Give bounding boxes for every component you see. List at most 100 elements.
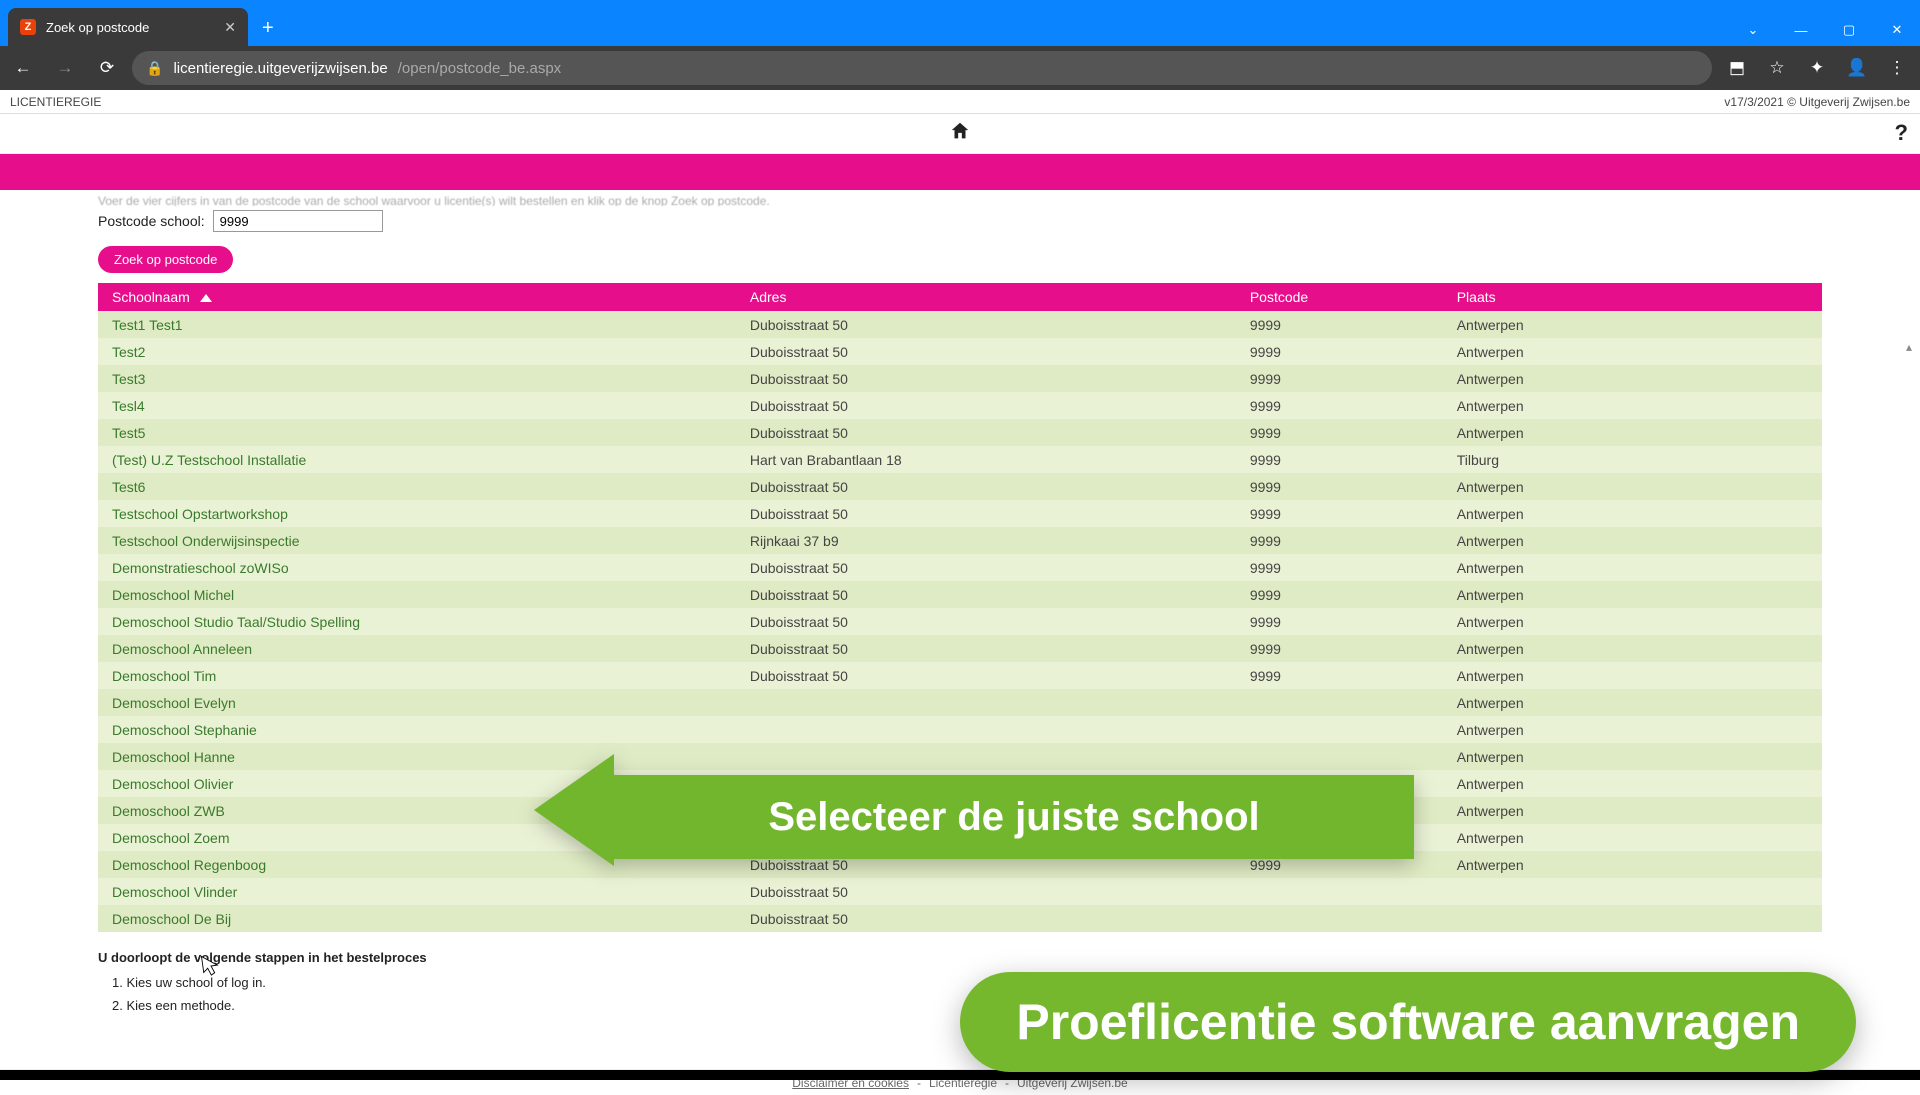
menu-icon[interactable]: ⋮ (1880, 51, 1914, 85)
col-header-plaats[interactable]: Plaats (1443, 283, 1822, 311)
address-bar[interactable]: 🔒 licentieregie.uitgeverijzwijsen.be/ope… (132, 51, 1712, 85)
col-header-postcode[interactable]: Postcode (1236, 283, 1443, 311)
install-app-icon[interactable]: ⬒ (1720, 51, 1754, 85)
cell-plaats (1443, 905, 1822, 932)
cell-schoolnaam[interactable]: Demoschool Hanne (98, 743, 736, 770)
cell-adres: Duboisstraat 50 (736, 554, 1236, 581)
cell-adres: Duboisstraat 50 (736, 635, 1236, 662)
new-tab-button[interactable]: + (248, 17, 288, 46)
table-row[interactable]: Test5Duboisstraat 509999Antwerpen (98, 419, 1822, 446)
app-navrow: ? (0, 114, 1920, 154)
table-row[interactable]: Testschool OnderwijsinspectieRijnkaai 37… (98, 527, 1822, 554)
cell-adres: Duboisstraat 50 (736, 608, 1236, 635)
help-icon[interactable]: ? (1895, 120, 1908, 146)
cell-schoolnaam[interactable]: Demoschool Anneleen (98, 635, 736, 662)
table-row[interactable]: Demoschool VlinderDuboisstraat 50 (98, 878, 1822, 905)
cell-adres: Rijnkaai 37 b9 (736, 527, 1236, 554)
vertical-scrollbar[interactable]: ▴ ▾ (1902, 340, 1918, 1095)
cell-plaats: Antwerpen (1443, 554, 1822, 581)
scroll-up-arrow-icon[interactable]: ▴ (1902, 340, 1916, 354)
cell-schoolnaam[interactable]: Demoschool Stephanie (98, 716, 736, 743)
cell-schoolnaam[interactable]: Demoschool Michel (98, 581, 736, 608)
window-maximize-button[interactable]: ▢ (1826, 14, 1872, 46)
cell-adres: Duboisstraat 50 (736, 419, 1236, 446)
window-close-button[interactable]: ✕ (1874, 14, 1920, 46)
table-row[interactable]: Testschool OpstartworkshopDuboisstraat 5… (98, 500, 1822, 527)
table-row[interactable]: Demoschool TimDuboisstraat 509999Antwerp… (98, 662, 1822, 689)
cell-postcode: 9999 (1236, 500, 1443, 527)
browser-tabstrip: Z Zoek op postcode ✕ + ⌄ — ▢ ✕ (0, 0, 1920, 46)
cell-adres (736, 716, 1236, 743)
search-button[interactable]: Zoek op postcode (98, 246, 233, 273)
cell-schoolnaam[interactable]: Test1 Test1 (98, 311, 736, 338)
tab-favicon: Z (20, 19, 36, 35)
cell-schoolnaam[interactable]: Demoschool Evelyn (98, 689, 736, 716)
cell-schoolnaam[interactable]: (Test) U.Z Testschool Installatie (98, 446, 736, 473)
cell-adres: Duboisstraat 50 (736, 581, 1236, 608)
table-row[interactable]: Test3Duboisstraat 509999Antwerpen (98, 365, 1822, 392)
window-soft-button[interactable]: ⌄ (1730, 14, 1776, 46)
overlay-pill-banner: Proeflicentie software aanvragen (960, 972, 1856, 1072)
cell-plaats: Antwerpen (1443, 770, 1822, 797)
col-header-adres[interactable]: Adres (736, 283, 1236, 311)
browser-tab[interactable]: Z Zoek op postcode ✕ (8, 8, 248, 46)
cell-plaats: Antwerpen (1443, 581, 1822, 608)
table-row[interactable]: Demoschool Evelyn Antwerpen (98, 689, 1822, 716)
table-row[interactable]: Demoschool De BijDuboisstraat 50 (98, 905, 1822, 932)
cell-schoolnaam[interactable]: Demonstratieschool zoWISo (98, 554, 736, 581)
back-button[interactable]: ← (6, 51, 40, 85)
table-row[interactable]: Demonstratieschool zoWISoDuboisstraat 50… (98, 554, 1822, 581)
extensions-icon[interactable]: ✦ (1800, 51, 1834, 85)
cell-schoolnaam[interactable]: Demoschool De Bij (98, 905, 736, 932)
cell-schoolnaam[interactable]: Demoschool Studio Taal/Studio Spelling (98, 608, 736, 635)
table-row[interactable]: Test2Duboisstraat 509999Antwerpen (98, 338, 1822, 365)
table-row[interactable]: Demoschool Stephanie Antwerpen (98, 716, 1822, 743)
cell-plaats: Antwerpen (1443, 473, 1822, 500)
cell-plaats: Antwerpen (1443, 851, 1822, 878)
arrow-left-icon (534, 754, 614, 866)
overlay-arrow-banner: Selecteer de juiste school (534, 775, 1414, 859)
postcode-label: Postcode school: (98, 213, 205, 229)
sort-asc-icon (200, 294, 212, 302)
table-row[interactable]: (Test) U.Z Testschool InstallatieHart va… (98, 446, 1822, 473)
cell-schoolnaam[interactable]: Test6 (98, 473, 736, 500)
cell-plaats: Antwerpen (1443, 824, 1822, 851)
table-row[interactable]: Demoschool Studio Taal/Studio SpellingDu… (98, 608, 1822, 635)
cell-schoolnaam[interactable]: Testschool Onderwijsinspectie (98, 527, 736, 554)
table-row[interactable]: Demoschool HanneAntwerpen (98, 743, 1822, 770)
cell-plaats (1443, 878, 1822, 905)
table-row[interactable]: Demoschool AnneleenDuboisstraat 509999An… (98, 635, 1822, 662)
cell-adres: Duboisstraat 50 (736, 338, 1236, 365)
cell-adres: Duboisstraat 50 (736, 878, 1236, 905)
cell-schoolnaam[interactable]: Test3 (98, 365, 736, 392)
window-minimize-button[interactable]: — (1778, 14, 1824, 46)
forward-button[interactable]: → (48, 51, 82, 85)
table-row[interactable]: Test6Duboisstraat 509999Antwerpen (98, 473, 1822, 500)
cell-adres: Duboisstraat 50 (736, 905, 1236, 932)
cell-schoolnaam[interactable]: Tesl4 (98, 392, 736, 419)
home-icon[interactable] (949, 120, 971, 148)
cell-schoolnaam[interactable]: Test2 (98, 338, 736, 365)
cell-schoolnaam[interactable]: Demoschool Tim (98, 662, 736, 689)
cell-plaats: Antwerpen (1443, 716, 1822, 743)
cell-plaats: Antwerpen (1443, 689, 1822, 716)
cell-postcode: 9999 (1236, 554, 1443, 581)
url-path: /open/postcode_be.aspx (398, 60, 561, 77)
tab-close-icon[interactable]: ✕ (224, 19, 236, 36)
bookmark-star-icon[interactable]: ☆ (1760, 51, 1794, 85)
table-row[interactable]: Demoschool MichelDuboisstraat 509999Antw… (98, 581, 1822, 608)
cell-plaats: Antwerpen (1443, 662, 1822, 689)
table-row[interactable]: Test1 Test1Duboisstraat 509999Antwerpen (98, 311, 1822, 338)
app-version: v17/3/2021 © Uitgeverij Zwijsen.be (1724, 95, 1910, 109)
cell-schoolnaam[interactable]: Demoschool Vlinder (98, 878, 736, 905)
table-row[interactable]: Tesl4Duboisstraat 509999Antwerpen (98, 392, 1822, 419)
url-domain: licentieregie.uitgeverijzwijsen.be (173, 60, 387, 77)
cell-schoolnaam[interactable]: Test5 (98, 419, 736, 446)
cell-plaats: Antwerpen (1443, 419, 1822, 446)
reload-button[interactable]: ⟳ (90, 51, 124, 85)
postcode-input[interactable] (213, 210, 383, 232)
cell-schoolnaam[interactable]: Testschool Opstartworkshop (98, 500, 736, 527)
cell-postcode: 9999 (1236, 446, 1443, 473)
col-header-schoolnaam[interactable]: Schoolnaam (98, 283, 736, 311)
profile-icon[interactable]: 👤 (1840, 51, 1874, 85)
